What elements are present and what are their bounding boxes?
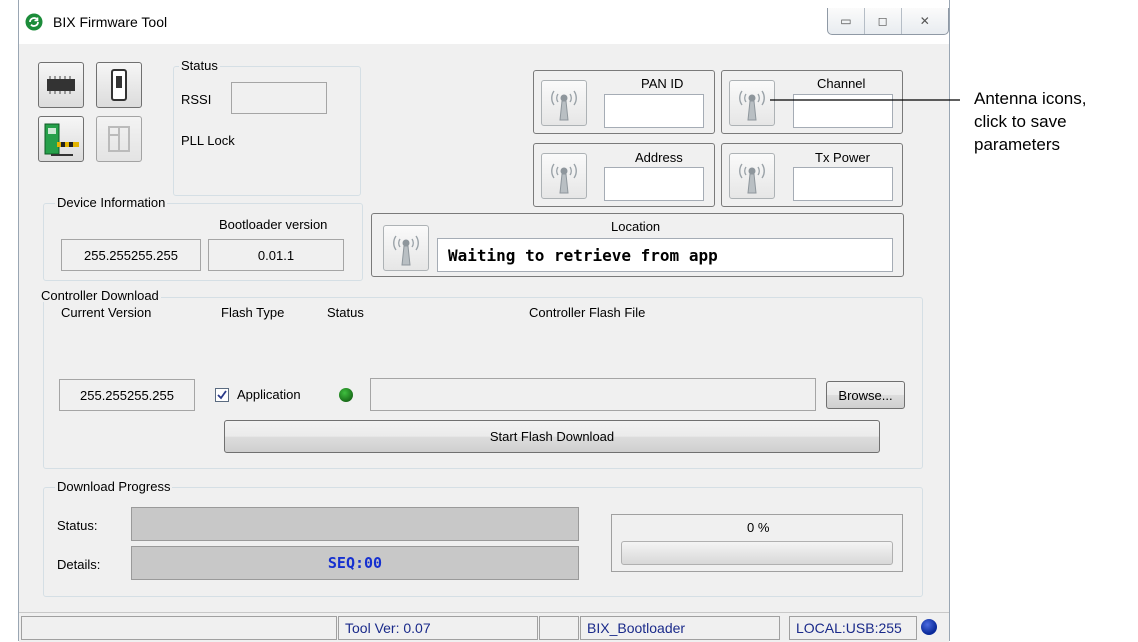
flash-type-header: Flash Type <box>221 305 285 320</box>
disabled-tool-button[interactable] <box>96 116 142 162</box>
channel-save-button[interactable] <box>729 80 775 126</box>
progress-details-box: SEQ:00 <box>131 546 579 580</box>
bootloader-version-label: Bootloader version <box>219 217 328 232</box>
download-progress-label: Download Progress <box>55 479 173 494</box>
pan-id-save-button[interactable] <box>541 80 587 126</box>
rssi-label: RSSI <box>181 92 212 107</box>
maximize-button[interactable]: ◻ <box>865 8 902 34</box>
start-flash-download-button[interactable]: Start Flash Download <box>224 420 880 453</box>
chip-button[interactable] <box>38 62 84 108</box>
tool-version-cell: Tool Ver: 0.07 <box>338 616 538 640</box>
flash-file-box <box>370 378 816 411</box>
antenna-icon <box>393 235 419 266</box>
controller-download-label: Controller Download <box>39 288 161 303</box>
pan-id-label: PAN ID <box>641 76 684 91</box>
tx-power-save-button[interactable] <box>729 153 775 199</box>
annotation-pointer-line <box>770 99 960 101</box>
antenna-icon <box>739 90 765 121</box>
bootloader-version-box: 0.01.1 <box>208 239 344 271</box>
download-gate-button[interactable] <box>38 116 84 162</box>
status-cell-empty <box>21 616 337 640</box>
connection-indicator-icon <box>921 619 937 635</box>
chip-icon <box>47 76 75 94</box>
switch-icon <box>111 69 127 101</box>
progress-percent-text: 0 % <box>747 520 770 535</box>
progress-details-label: Details: <box>57 557 101 572</box>
window-controls: ▭ ◻ ✕ <box>827 8 949 35</box>
device-ip-box: 255.255255.255 <box>61 239 201 271</box>
application-label[interactable]: Application <box>237 387 301 402</box>
gate-icon <box>44 123 79 156</box>
rssi-value-box <box>231 82 327 114</box>
title-bar: BIX Firmware Tool ▭ ◻ ✕ <box>19 0 949 44</box>
annotation-line-1: Antenna icons, <box>974 89 1087 108</box>
tx-power-input[interactable] <box>793 167 893 201</box>
pll-lock-label: PLL Lock <box>181 133 235 148</box>
app-refresh-icon <box>25 13 43 31</box>
close-icon: ✕ <box>919 14 930 28</box>
address-label: Address <box>635 150 683 165</box>
antenna-icon <box>551 163 577 194</box>
tx-power-label: Tx Power <box>815 150 870 165</box>
connection-cell: LOCAL:USB:255 <box>789 616 917 640</box>
maximize-icon: ◻ <box>877 14 888 28</box>
checkmark-icon <box>217 390 227 400</box>
status-cell-spacer <box>539 616 579 640</box>
current-version-box: 255.255255.255 <box>59 379 195 411</box>
location-save-button[interactable] <box>383 225 429 271</box>
application-checkbox[interactable] <box>215 388 229 402</box>
close-button[interactable]: ✕ <box>902 8 948 34</box>
progress-bar <box>621 541 893 565</box>
grid-icon <box>108 126 130 152</box>
pan-id-input[interactable] <box>604 94 704 128</box>
status-header: Status <box>327 305 364 320</box>
antenna-icon <box>551 90 577 121</box>
address-save-button[interactable] <box>541 153 587 199</box>
annotation-line-3: parameters <box>974 135 1060 154</box>
annotation-callout: Antenna icons, click to save parameters <box>974 87 1086 156</box>
location-label: Location <box>611 219 661 234</box>
progress-status-box <box>131 507 579 541</box>
status-led-icon <box>339 388 353 402</box>
progress-status-label: Status: <box>57 518 98 533</box>
minimize-button[interactable]: ▭ <box>828 8 865 34</box>
address-input[interactable] <box>604 167 704 201</box>
status-bar: Tool Ver: 0.07 BIX_Bootloader LOCAL:USB:… <box>19 612 949 642</box>
mode-cell: BIX_Bootloader <box>580 616 780 640</box>
current-version-header: Current Version <box>61 305 152 320</box>
antenna-icon <box>739 163 765 194</box>
minimize-icon: ▭ <box>840 14 852 28</box>
status-group-label: Status <box>179 58 220 73</box>
annotation-line-2: click to save <box>974 112 1067 131</box>
browse-button[interactable]: Browse... <box>826 381 905 409</box>
window-title: BIX Firmware Tool <box>53 14 168 30</box>
device-info-label: Device Information <box>55 195 168 210</box>
switch-button[interactable] <box>96 62 142 108</box>
location-input[interactable]: Waiting to retrieve from app <box>437 238 893 272</box>
flash-file-header: Controller Flash File <box>529 305 646 320</box>
